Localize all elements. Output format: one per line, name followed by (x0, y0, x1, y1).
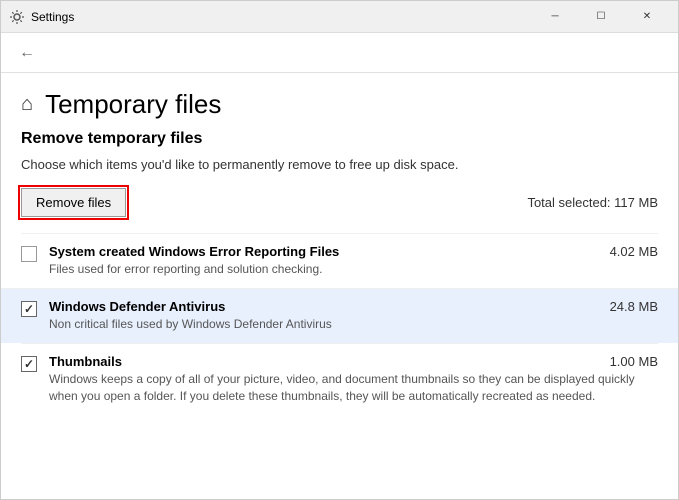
checkbox-thumbnails[interactable] (21, 356, 37, 372)
file-desc-error-reporting: Files used for error reporting and solut… (49, 261, 658, 278)
remove-files-button[interactable]: Remove files (21, 188, 126, 217)
checkbox-wrap-error-reporting (21, 246, 37, 262)
description-text: Choose which items you'd like to permane… (21, 156, 658, 174)
minimize-button[interactable]: ─ (532, 1, 578, 33)
file-item-windows-defender: Windows Defender Antivirus 24.8 MB Non c… (1, 288, 678, 343)
file-size-windows-defender: 24.8 MB (610, 299, 658, 314)
checkbox-windows-defender[interactable] (21, 301, 37, 317)
page-title: Temporary files (45, 89, 221, 120)
back-button[interactable]: ← (13, 39, 41, 67)
file-name-error-reporting: System created Windows Error Reporting F… (49, 244, 339, 259)
file-header-windows-defender: Windows Defender Antivirus 24.8 MB (49, 299, 658, 314)
file-desc-thumbnails: Windows keeps a copy of all of your pict… (49, 371, 658, 405)
checkbox-error-reporting[interactable] (21, 246, 37, 262)
file-desc-windows-defender: Non critical files used by Windows Defen… (49, 316, 658, 333)
total-selected-label: Total selected: 117 MB (527, 195, 658, 210)
file-info-windows-defender: Windows Defender Antivirus 24.8 MB Non c… (49, 299, 658, 333)
file-item-thumbnails: Thumbnails 1.00 MB Windows keeps a copy … (21, 343, 658, 415)
window-controls: ─ ☐ ✕ (532, 1, 670, 33)
checkbox-wrap-windows-defender (21, 301, 37, 317)
section-title: Remove temporary files (21, 130, 658, 148)
file-info-error-reporting: System created Windows Error Reporting F… (49, 244, 658, 278)
maximize-button[interactable]: ☐ (578, 1, 624, 33)
main-content: Remove temporary files Choose which item… (1, 130, 678, 499)
file-name-thumbnails: Thumbnails (49, 354, 122, 369)
nav-bar: ← (1, 33, 678, 73)
close-button[interactable]: ✕ (624, 1, 670, 33)
file-name-windows-defender: Windows Defender Antivirus (49, 299, 225, 314)
file-info-thumbnails: Thumbnails 1.00 MB Windows keeps a copy … (49, 354, 658, 405)
titlebar: Settings ─ ☐ ✕ (1, 1, 678, 33)
file-size-thumbnails: 1.00 MB (610, 354, 658, 369)
window-title: Settings (31, 10, 532, 24)
back-icon: ← (19, 44, 35, 62)
checkbox-wrap-thumbnails (21, 356, 37, 372)
file-list: System created Windows Error Reporting F… (21, 233, 658, 414)
file-header-thumbnails: Thumbnails 1.00 MB (49, 354, 658, 369)
settings-icon (9, 9, 25, 25)
home-icon: ⌂ (21, 93, 33, 116)
settings-window: Settings ─ ☐ ✕ ← ⌂ Temporary files Remov… (0, 0, 679, 500)
page-title-section: ⌂ Temporary files (1, 73, 678, 130)
file-header-error-reporting: System created Windows Error Reporting F… (49, 244, 658, 259)
file-size-error-reporting: 4.02 MB (610, 244, 658, 259)
file-item-error-reporting: System created Windows Error Reporting F… (21, 233, 658, 288)
action-row: Remove files Total selected: 117 MB (21, 188, 658, 217)
